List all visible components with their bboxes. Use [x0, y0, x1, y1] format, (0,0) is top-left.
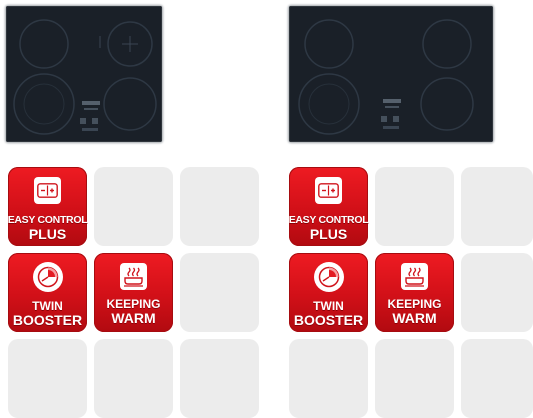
- badge-label-line1: EASY CONTROL: [7, 214, 88, 226]
- keeping-warm-badge[interactable]: KEEPING WARM: [375, 253, 454, 332]
- badge-label-line1: EASY CONTROL: [288, 214, 369, 226]
- badge-label-line2: BOOSTER: [293, 312, 364, 328]
- empty-feature-slot: [461, 339, 533, 418]
- badge-label-line1: TWIN: [313, 299, 344, 313]
- empty-feature-slot: [461, 253, 533, 332]
- easy-control-plus-badge[interactable]: EASY CONTROL PLUS: [288, 167, 369, 246]
- easy-control-plus-badge[interactable]: EASY CONTROL PLUS: [7, 167, 88, 246]
- twin-booster-badge[interactable]: TWIN BOOSTER: [8, 253, 87, 332]
- empty-feature-slot: [180, 339, 259, 418]
- cooktop-glass-surface: [13, 19, 157, 135]
- product-panel-left: EASY CONTROL PLUS TWIN BOOSTER KEEPING W…: [0, 0, 260, 418]
- empty-feature-slot: [94, 339, 173, 418]
- easy-control-icon: [315, 177, 342, 204]
- empty-feature-slot: [375, 339, 454, 418]
- badge-label-line2: WARM: [392, 310, 437, 326]
- badge-label-line2: PLUS: [309, 226, 348, 242]
- cooktop-image[interactable]: [6, 6, 162, 142]
- empty-feature-slot: [289, 339, 368, 418]
- cooktop-image[interactable]: [289, 6, 493, 142]
- twin-booster-badge[interactable]: TWIN BOOSTER: [289, 253, 368, 332]
- badge-label-line2: PLUS: [28, 226, 67, 242]
- badge-label-line2: BOOSTER: [12, 312, 83, 328]
- empty-feature-slot: [8, 339, 87, 418]
- keeping-warm-badge[interactable]: KEEPING WARM: [94, 253, 173, 332]
- badge-label-line1: KEEPING: [106, 297, 161, 311]
- empty-feature-slot: [375, 167, 454, 246]
- empty-feature-slot: [180, 167, 259, 246]
- twin-booster-icon: [32, 262, 63, 292]
- badge-label-line2: WARM: [111, 310, 156, 326]
- cooktop-glass-surface: [298, 19, 474, 135]
- keeping-warm-icon: [401, 263, 428, 290]
- easy-control-icon: [34, 177, 61, 204]
- keeping-warm-icon: [120, 263, 147, 290]
- empty-feature-slot: [180, 253, 259, 332]
- empty-feature-slot: [461, 167, 533, 246]
- badge-label-line1: TWIN: [32, 299, 63, 313]
- badge-label-line1: KEEPING: [387, 297, 442, 311]
- empty-feature-slot: [94, 167, 173, 246]
- twin-booster-icon: [313, 262, 344, 292]
- product-panel-right: EASY CONTROL PLUS TWIN BOOSTER KEEPING W…: [283, 0, 533, 418]
